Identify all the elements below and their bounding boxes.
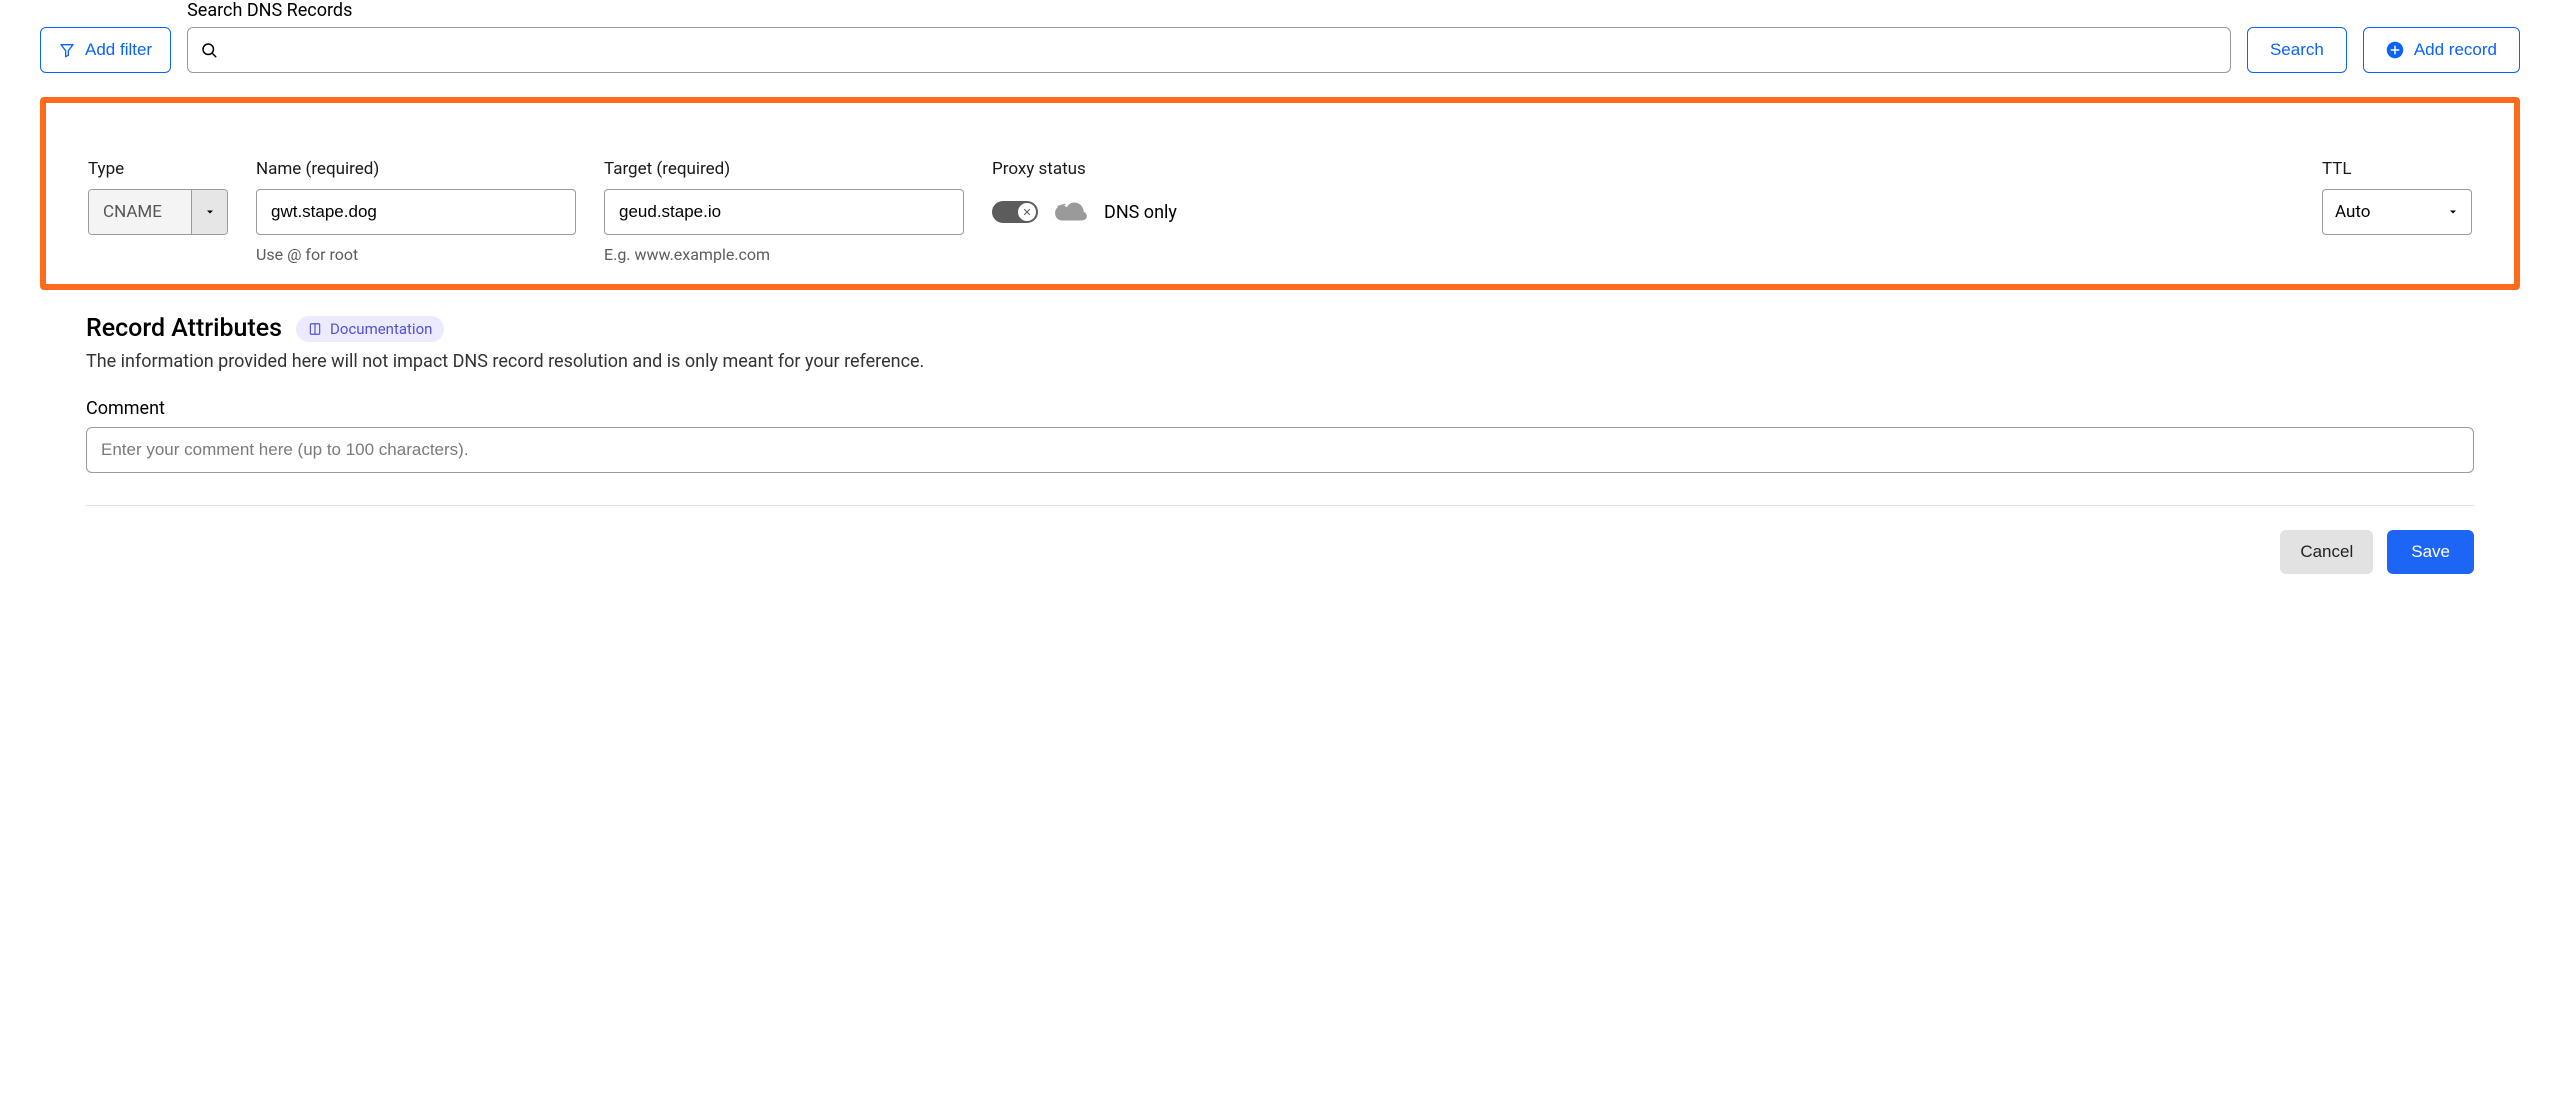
ttl-select[interactable]: Auto [2322, 189, 2472, 235]
name-hint: Use @ for root [256, 245, 576, 264]
add-filter-label: Add filter [85, 40, 152, 60]
name-input[interactable] [256, 189, 576, 235]
type-caret [191, 190, 227, 234]
add-filter-button[interactable]: Add filter [40, 27, 171, 73]
attributes-title: Record Attributes [86, 314, 282, 343]
search-icon [200, 41, 218, 59]
documentation-label: Documentation [330, 320, 432, 338]
add-record-label: Add record [2414, 40, 2497, 60]
save-button[interactable]: Save [2387, 530, 2474, 574]
cloud-icon [1054, 201, 1088, 223]
book-icon [308, 322, 322, 336]
filter-icon [59, 42, 75, 58]
record-form-highlight: Type CNAME Name (required) Use @ for roo… [40, 97, 2520, 290]
toolbar: Add filter Search DNS Records Search Add… [40, 0, 2520, 73]
divider [86, 505, 2474, 506]
caret-down-icon [2447, 206, 2459, 218]
search-button[interactable]: Search [2247, 27, 2347, 73]
ttl-label: TTL [2322, 159, 2472, 179]
documentation-link[interactable]: Documentation [296, 316, 444, 342]
attributes-description: The information provided here will not i… [86, 351, 2474, 372]
proxy-toggle[interactable]: ✕ [992, 201, 1038, 223]
form-footer: Cancel Save [86, 530, 2474, 574]
search-input[interactable] [218, 28, 2218, 72]
search-input-container[interactable] [187, 27, 2231, 73]
plus-circle-icon [2386, 41, 2404, 59]
comment-input[interactable] [86, 427, 2474, 473]
add-record-button[interactable]: Add record [2363, 27, 2520, 73]
target-hint: E.g. www.example.com [604, 245, 964, 264]
type-value: CNAME [89, 190, 191, 234]
toggle-knob: ✕ [1018, 203, 1036, 221]
target-input[interactable] [604, 189, 964, 235]
proxy-label: Proxy status [992, 159, 2294, 179]
search-label: Search DNS Records [187, 0, 2231, 21]
record-attributes-section: Record Attributes Documentation The info… [40, 304, 2520, 574]
ttl-value: Auto [2335, 202, 2370, 222]
cancel-button[interactable]: Cancel [2280, 530, 2373, 574]
proxy-value: DNS only [1104, 202, 1177, 223]
name-label: Name (required) [256, 159, 576, 179]
caret-down-icon [204, 206, 216, 218]
comment-label: Comment [86, 398, 2474, 419]
type-label: Type [88, 159, 228, 179]
target-label: Target (required) [604, 159, 964, 179]
type-select[interactable]: CNAME [88, 189, 228, 235]
